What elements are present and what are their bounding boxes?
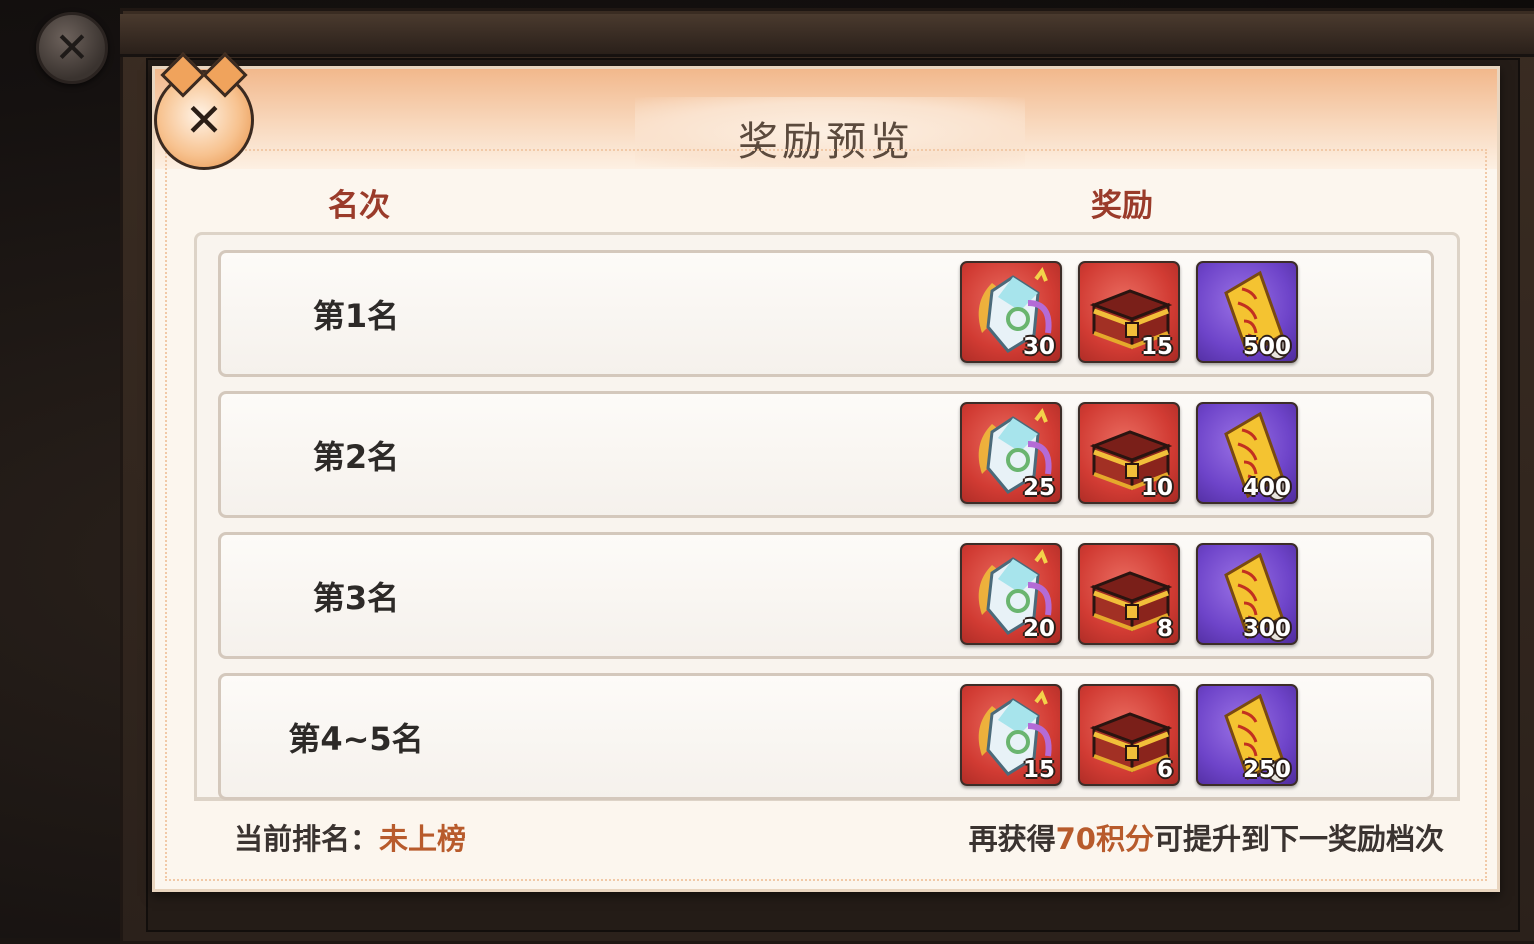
reward-count: 400	[1242, 475, 1291, 501]
reward-item[interactable]: 6	[1078, 684, 1180, 786]
reward-count: 25	[1022, 475, 1055, 501]
reward-count: 8	[1156, 616, 1173, 642]
reward-count: 6	[1156, 757, 1173, 783]
reward-item[interactable]: 15	[960, 684, 1062, 786]
close-button[interactable]: ✕	[36, 12, 108, 84]
reward-count: 30	[1022, 334, 1055, 360]
reward-item[interactable]: +500	[1196, 261, 1298, 363]
reward-item[interactable]: 15	[1078, 261, 1180, 363]
reward-item[interactable]: 25	[960, 402, 1062, 504]
hint-suffix: 可提升到下一奖励档次	[1153, 822, 1444, 856]
rank-label: 第3名	[312, 578, 400, 617]
current-rank: 当前排名：未上榜	[234, 816, 466, 858]
cat-mascot-icon: ✕	[154, 52, 254, 170]
current-rank-label: 当前排名：	[234, 822, 380, 856]
reward-item[interactable]: +400	[1196, 402, 1298, 504]
column-header-reward: 奖励	[1091, 188, 1153, 224]
reward-count: 250	[1242, 757, 1291, 783]
reward-count: 500	[1242, 334, 1291, 360]
reward-count: 20	[1022, 616, 1055, 642]
current-rank-value: 未上榜	[379, 822, 467, 856]
reward-item[interactable]: 20	[960, 543, 1062, 645]
reward-count: 15	[1140, 334, 1173, 360]
reward-item[interactable]: 30	[960, 261, 1062, 363]
rank-label: 第2名	[312, 437, 400, 476]
column-header-rank: 名次	[328, 188, 390, 224]
reward-count: 15	[1022, 757, 1055, 783]
hint-points: 70积分	[1055, 822, 1154, 856]
reward-item[interactable]: +250	[1196, 684, 1298, 786]
close-icon: ✕	[54, 23, 90, 72]
hint-prefix: 再获得	[968, 822, 1056, 856]
rank-label: 第4~5名	[288, 719, 424, 758]
reward-count: 300	[1242, 616, 1291, 642]
dialog-frame-top	[120, 14, 1534, 57]
rank-label: 第1名	[312, 296, 400, 335]
reward-count: 10	[1140, 475, 1173, 501]
reward-item[interactable]: 10	[1078, 402, 1180, 504]
reward-item[interactable]: 8	[1078, 543, 1180, 645]
dialog-title: 奖励预览	[738, 119, 914, 165]
next-tier-hint: 再获得70积分可提升到下一奖励档次	[969, 816, 1444, 858]
reward-item[interactable]: +300	[1196, 543, 1298, 645]
